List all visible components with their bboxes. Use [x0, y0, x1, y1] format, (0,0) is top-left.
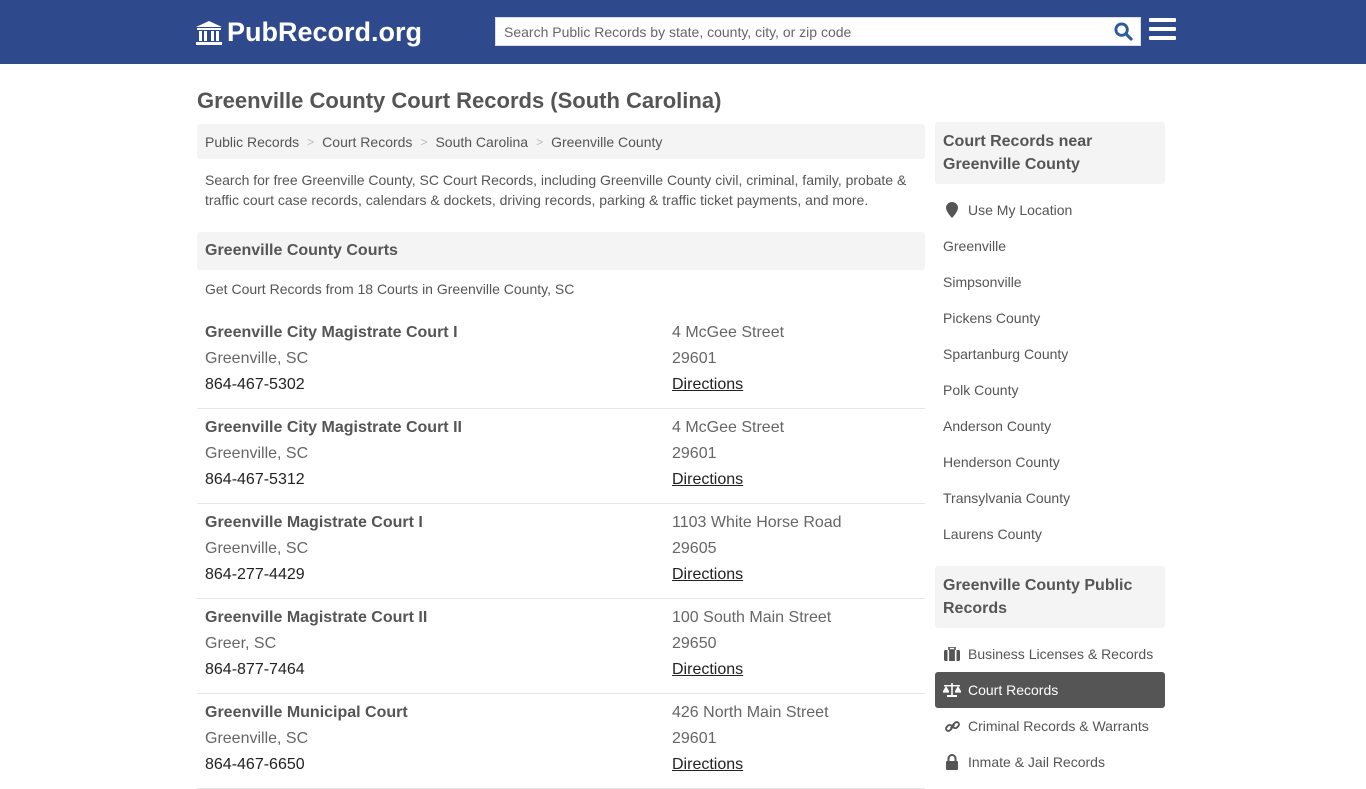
- court-address: 426 North Main Street: [672, 704, 829, 721]
- court-list: Greenville City Magistrate Court I Green…: [197, 314, 925, 789]
- breadcrumb-item[interactable]: South Carolina: [435, 134, 528, 150]
- nearby-link[interactable]: Transylvania County: [935, 480, 1165, 516]
- court-address: 4 McGee Street: [672, 419, 785, 436]
- court-zip: 29601: [672, 730, 717, 747]
- link-icon: [943, 719, 961, 734]
- court-row: Greenville Magistrate Court II Greer, SC…: [197, 599, 925, 694]
- public-records-list: Business Licenses & Records Court Record…: [935, 628, 1165, 780]
- search-bar: [495, 17, 1141, 46]
- court-phone[interactable]: 864-467-5312: [205, 467, 462, 493]
- use-my-location-button[interactable]: Use My Location: [935, 192, 1165, 228]
- directions-link[interactable]: Directions: [672, 756, 743, 773]
- court-city: Greenville, SC: [205, 730, 309, 747]
- court-address: 4 McGee Street: [672, 324, 785, 341]
- court-phone[interactable]: 864-467-6650: [205, 752, 408, 778]
- nearby-link[interactable]: Henderson County: [935, 444, 1165, 480]
- breadcrumb-item[interactable]: Greenville County: [551, 134, 662, 150]
- nearby-link[interactable]: Spartanburg County: [935, 336, 1165, 372]
- hamburger-menu-icon[interactable]: [1149, 18, 1176, 44]
- court-city: Greenville, SC: [205, 350, 309, 367]
- search-input[interactable]: [496, 18, 1106, 45]
- court-address: 100 South Main Street: [672, 609, 832, 626]
- breadcrumb-separator: >: [536, 134, 544, 149]
- nearby-link[interactable]: Greenville: [935, 228, 1165, 264]
- court-name: Greenville Municipal Court: [205, 704, 408, 721]
- court-row: Greenville City Magistrate Court II Gree…: [197, 409, 925, 504]
- section-title: Greenville County Courts: [197, 232, 925, 270]
- court-row: Greenville City Magistrate Court I Green…: [197, 314, 925, 409]
- public-records-heading: Greenville County Public Records: [935, 566, 1165, 628]
- court-phone[interactable]: 864-877-7464: [205, 657, 427, 683]
- sidebar-item-business-licenses[interactable]: Business Licenses & Records: [935, 636, 1165, 672]
- breadcrumb-separator: >: [307, 134, 315, 149]
- courthouse-icon: [196, 20, 222, 45]
- court-row: Greenville Magistrate Court I Greenville…: [197, 504, 925, 599]
- use-my-location-label: Use My Location: [968, 202, 1073, 218]
- court-city: Greer, SC: [205, 635, 277, 652]
- directions-link[interactable]: Directions: [672, 471, 743, 488]
- nearby-list: Use My Location Greenville Simpsonville …: [935, 184, 1165, 552]
- sidebar-item-criminal-records[interactable]: Criminal Records & Warrants: [935, 708, 1165, 744]
- sidebar-item-label: Business Licenses & Records: [968, 646, 1154, 662]
- court-city: Greenville, SC: [205, 540, 309, 557]
- breadcrumb: Public Records > Court Records > South C…: [197, 124, 925, 159]
- map-marker-icon: [943, 202, 961, 218]
- search-icon: [1113, 22, 1133, 41]
- page-title: Greenville County Court Records (South C…: [197, 88, 722, 113]
- sidebar-item-court-records[interactable]: Court Records: [935, 672, 1165, 708]
- logo[interactable]: PubRecord.org: [195, 17, 422, 48]
- nearby-link[interactable]: Polk County: [935, 372, 1165, 408]
- court-name: Greenville City Magistrate Court I: [205, 324, 458, 341]
- scale-icon: [943, 683, 961, 697]
- breadcrumb-separator: >: [420, 134, 428, 149]
- court-name: Greenville City Magistrate Court II: [205, 419, 462, 436]
- nearby-link[interactable]: Simpsonville: [935, 264, 1165, 300]
- nearby-link[interactable]: Anderson County: [935, 408, 1165, 444]
- court-zip: 29601: [672, 350, 717, 367]
- court-phone[interactable]: 864-277-4429: [205, 562, 423, 588]
- search-button[interactable]: [1106, 18, 1140, 45]
- sidebar-item-label: Court Records: [968, 682, 1059, 698]
- nearby-link[interactable]: Pickens County: [935, 300, 1165, 336]
- court-address: 1103 White Horse Road: [672, 514, 842, 531]
- nearby-heading: Court Records near Greenville County: [935, 122, 1165, 184]
- court-city: Greenville, SC: [205, 445, 309, 462]
- sidebar: Court Records near Greenville County Use…: [935, 122, 1165, 780]
- sidebar-item-inmate-records[interactable]: Inmate & Jail Records: [935, 744, 1165, 780]
- court-zip: 29601: [672, 445, 717, 462]
- court-zip: 29650: [672, 635, 717, 652]
- breadcrumb-item[interactable]: Court Records: [322, 134, 412, 150]
- directions-link[interactable]: Directions: [672, 376, 743, 393]
- court-zip: 29605: [672, 540, 717, 557]
- briefcase-icon: [943, 647, 961, 661]
- court-name: Greenville Magistrate Court II: [205, 609, 428, 626]
- court-row: Greenville Municipal Court Greenville, S…: [197, 694, 925, 789]
- court-phone[interactable]: 864-467-5302: [205, 372, 458, 398]
- intro-text: Search for free Greenville County, SC Co…: [205, 172, 907, 208]
- section-subtitle: Get Court Records from 18 Courts in Gree…: [205, 281, 575, 297]
- directions-link[interactable]: Directions: [672, 566, 743, 583]
- breadcrumb-item[interactable]: Public Records: [205, 134, 299, 150]
- court-name: Greenville Magistrate Court I: [205, 514, 423, 531]
- nearby-link[interactable]: Laurens County: [935, 516, 1165, 552]
- directions-link[interactable]: Directions: [672, 661, 743, 678]
- sidebar-item-label: Criminal Records & Warrants: [968, 718, 1149, 734]
- navbar: PubRecord.org: [0, 0, 1366, 64]
- logo-text: PubRecord.org: [227, 17, 423, 47]
